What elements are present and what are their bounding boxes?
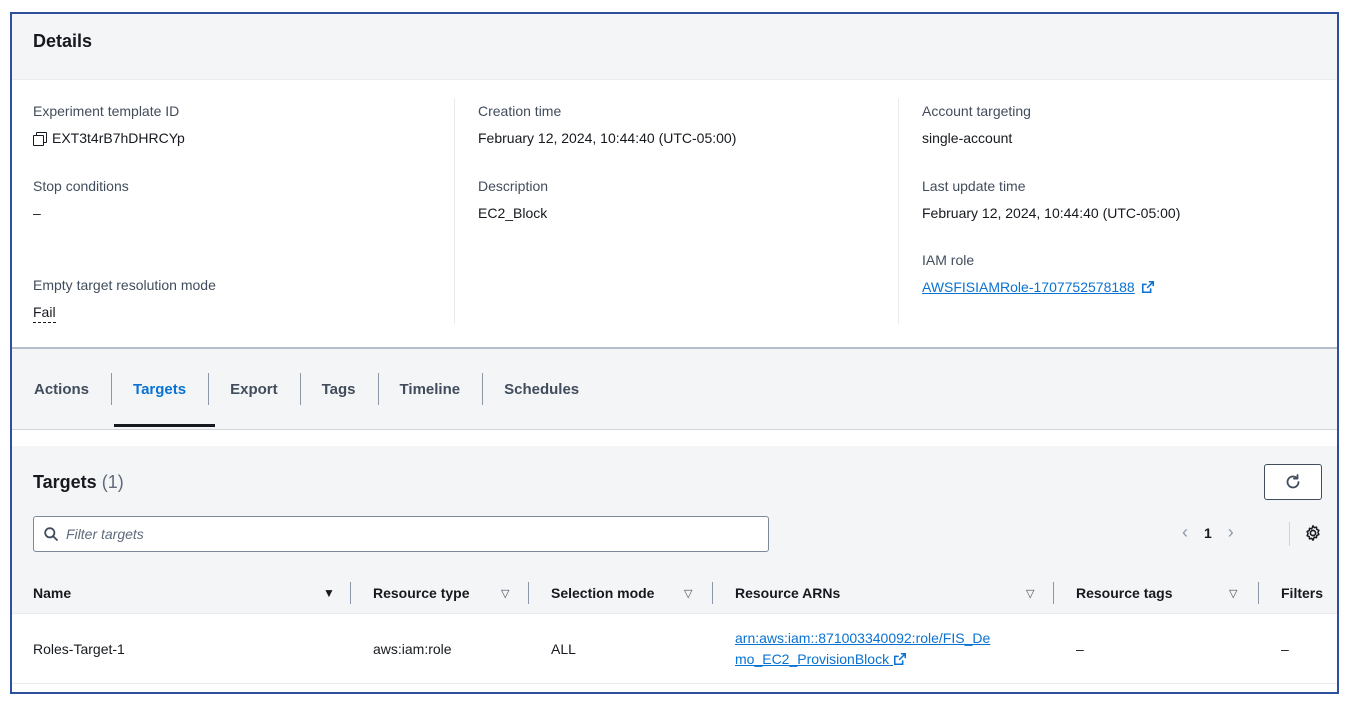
column-divider (454, 98, 455, 324)
cell-filters: – (1281, 641, 1289, 657)
resource-arn-line-2-row: mo_EC2_ProvisionBlock (735, 649, 990, 670)
details-header: Details (12, 14, 1337, 80)
next-page-icon[interactable]: › (1228, 522, 1234, 543)
tab-timeline[interactable]: Timeline (377, 349, 483, 429)
stop-conditions-value: – (33, 205, 41, 221)
stop-conditions-field: Stop conditions – (33, 177, 129, 222)
copy-icon[interactable] (33, 131, 47, 146)
account-targeting-value: single-account (922, 130, 1013, 146)
column-divider (712, 582, 713, 604)
column-header-filters-label: Filters (1281, 585, 1324, 601)
creation-time-field: Creation time February 12, 2024, 10:44:4… (478, 102, 736, 147)
resource-arn-link[interactable]: arn:aws:iam::871003340092:role/FIS_De mo… (735, 628, 990, 670)
column-header-name[interactable]: Name ▼ (33, 572, 353, 614)
tab-list: Actions Targets Export Tags Timeline Sch… (12, 349, 601, 429)
column-divider (350, 582, 351, 604)
template-id-value: EXT3t4rB7hDHRCYp (52, 130, 185, 146)
refresh-icon (1286, 474, 1300, 489)
cell-name: Roles-Target-1 (33, 641, 125, 657)
column-header-filters[interactable]: Filters (1281, 572, 1337, 614)
iam-role-value-row: AWSFISIAMRole-1707752578188 (922, 278, 1155, 296)
tab-targets[interactable]: Targets (111, 349, 208, 429)
account-targeting-field: Account targeting single-account (922, 102, 1031, 147)
tabs-divider (12, 429, 1337, 430)
iam-role-label: IAM role (922, 252, 975, 268)
resource-arn-line-1: arn:aws:iam::871003340092:role/FIS_De (735, 630, 991, 646)
cell-resource-arns: arn:aws:iam::871003340092:role/FIS_De mo… (735, 614, 990, 684)
cell-resource-tags: – (1076, 641, 1084, 657)
pagination: ‹ 1 › (1182, 522, 1234, 543)
tab-schedules[interactable]: Schedules (482, 349, 601, 429)
column-header-name-label: Name (33, 585, 72, 601)
iam-role-field: IAM role AWSFISIAMRole-1707752578188 (922, 251, 1155, 296)
empty-target-field: Empty target resolution mode Fail (33, 276, 216, 323)
column-divider (898, 98, 899, 324)
template-id-label: Experiment template ID (33, 103, 180, 119)
details-container: Details Experiment template ID EXT3t4rB7… (10, 12, 1339, 694)
previous-page-icon[interactable]: ‹ (1182, 522, 1188, 543)
description-label: Description (478, 178, 549, 194)
stop-conditions-label: Stop conditions (33, 178, 129, 194)
column-header-selection-mode[interactable]: Selection mode ▽ (551, 572, 711, 614)
last-update-value: February 12, 2024, 10:44:40 (UTC-05:00) (922, 205, 1181, 221)
column-header-resource-tags[interactable]: Resource tags ▽ (1076, 572, 1256, 614)
sort-icon[interactable]: ▽ (1026, 587, 1034, 600)
column-header-resource-tags-label: Resource tags (1076, 585, 1173, 601)
sort-icon[interactable]: ▽ (1229, 587, 1237, 600)
column-header-resource-arns[interactable]: Resource ARNs ▽ (735, 572, 1053, 614)
table-header: Name ▼ Resource type ▽ Selection mode ▽ … (12, 572, 1337, 614)
column-divider (528, 582, 529, 604)
template-id-value-row: EXT3t4rB7hDHRCYp (33, 129, 185, 147)
targets-title-text: Targets (33, 472, 97, 492)
last-update-field: Last update time February 12, 2024, 10:4… (922, 177, 1180, 222)
details-body: Experiment template ID EXT3t4rB7hDHRCYp … (12, 80, 1337, 347)
table-row: Roles-Target-1 aws:iam:role ALL arn:aws:… (12, 614, 1337, 684)
targets-panel: Targets (1) ‹ 1 › (12, 446, 1337, 692)
column-divider (1053, 582, 1054, 604)
column-header-selection-mode-label: Selection mode (551, 585, 655, 601)
description-field: Description EC2_Block (478, 177, 548, 222)
iam-role-link[interactable]: AWSFISIAMRole-1707752578188 (922, 278, 1135, 296)
targets-title: Targets (1) (33, 472, 124, 493)
cell-selection-mode: ALL (551, 641, 576, 657)
targets-header: Targets (1) ‹ 1 › (12, 446, 1337, 572)
cell-resource-type: aws:iam:role (373, 641, 452, 657)
empty-target-value-row: Fail (33, 303, 216, 323)
last-update-label: Last update time (922, 178, 1026, 194)
filter-box[interactable] (33, 516, 769, 552)
external-link-icon[interactable] (893, 652, 907, 666)
empty-target-value[interactable]: Fail (33, 303, 56, 323)
column-header-resource-type-label: Resource type (373, 585, 470, 601)
active-tab-indicator (114, 424, 215, 427)
column-divider (1258, 582, 1259, 604)
creation-time-value: February 12, 2024, 10:44:40 (UTC-05:00) (478, 130, 737, 146)
tab-actions[interactable]: Actions (12, 349, 111, 429)
sort-descending-icon[interactable]: ▼ (323, 586, 335, 600)
targets-count: (1) (101, 472, 124, 492)
tab-export[interactable]: Export (208, 349, 300, 429)
resource-arn-line-2: mo_EC2_ProvisionBlock (735, 651, 890, 667)
current-page-number[interactable]: 1 (1204, 525, 1212, 541)
external-link-icon[interactable] (1141, 280, 1155, 294)
tab-tags[interactable]: Tags (299, 349, 378, 429)
creation-time-label: Creation time (478, 103, 562, 119)
filter-targets-input[interactable] (66, 526, 746, 542)
pagination-divider (1289, 522, 1290, 546)
description-value: EC2_Block (478, 205, 548, 221)
gear-icon[interactable] (1304, 524, 1322, 542)
column-header-resource-type[interactable]: Resource type ▽ (373, 572, 528, 614)
sort-icon[interactable]: ▽ (501, 587, 509, 600)
empty-target-label: Empty target resolution mode (33, 277, 216, 293)
template-id-field: Experiment template ID EXT3t4rB7hDHRCYp (33, 102, 185, 147)
column-header-resource-arns-label: Resource ARNs (735, 585, 841, 601)
details-title: Details (33, 31, 93, 51)
sort-icon[interactable]: ▽ (684, 587, 692, 600)
account-targeting-label: Account targeting (922, 103, 1031, 119)
tabs-area: Actions Targets Export Tags Timeline Sch… (12, 347, 1337, 429)
search-icon (44, 527, 58, 541)
refresh-button[interactable] (1264, 464, 1322, 500)
